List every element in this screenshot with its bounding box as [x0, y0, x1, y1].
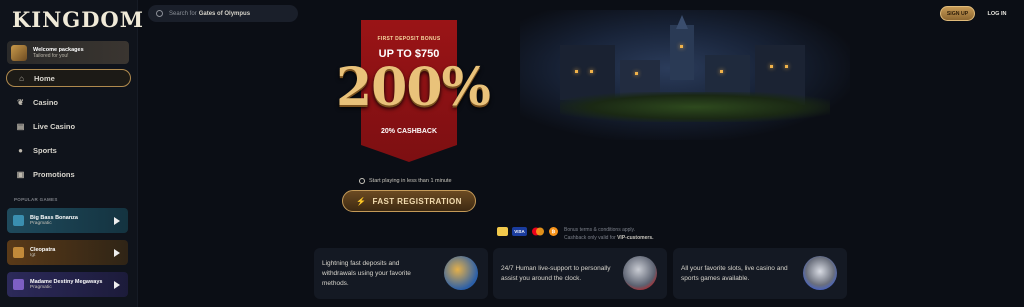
fast-registration-label: FAST REGISTRATION: [372, 196, 462, 206]
play-time-note: Start playing in less than 1 minute: [359, 178, 452, 184]
game-thumbnail: [13, 279, 24, 290]
kingdom-logo[interactable]: KINGDOM: [12, 4, 143, 34]
game-card-cleopatra[interactable]: Cleopatra Igt: [7, 240, 128, 265]
game-thumbnail: [13, 247, 24, 258]
sidebar-item-label: Casino: [33, 97, 59, 107]
feature-card-support: 24/7 Human live-support to personally as…: [493, 248, 667, 299]
feature-text: Lightning fast deposits and withdrawals …: [322, 259, 411, 287]
play-icon[interactable]: [114, 216, 120, 225]
welcome-packages-card[interactable]: Welcome packages Tailored for you!: [7, 41, 129, 64]
search-prefix: Search for: [169, 10, 197, 17]
game-provider: Igt: [30, 253, 36, 258]
fast-registration-button[interactable]: ⚡ FAST REGISTRATION: [342, 190, 476, 212]
soccer-ball-icon: ●: [18, 145, 23, 155]
terms-line-2: Cashback only valid for: [564, 235, 616, 241]
feature-card-deposits: Lightning fast deposits and withdrawals …: [314, 248, 488, 299]
welcome-subtitle: Tailored for you!: [33, 52, 69, 59]
search-term: Gates of Olympus: [198, 10, 251, 17]
astropay-icon: [497, 227, 508, 236]
payment-methods: VISA ₿: [497, 227, 558, 236]
bonus-terms: Bonus terms & conditions apply. Cashback…: [564, 226, 654, 242]
clock-icon: [359, 178, 365, 184]
game-provider: Pragmatic: [30, 285, 52, 290]
bitcoin-icon: ₿: [549, 227, 558, 236]
sidebar-item-label: Sports: [33, 145, 57, 155]
home-icon: ⌂: [19, 73, 24, 83]
sidebar-item-live-casino[interactable]: ▤ Live Casino: [6, 117, 131, 135]
vip-customers-text: VIP-customers.: [617, 235, 654, 241]
cards-icon: ▤: [16, 121, 25, 131]
popular-games-title: POPULAR GAMES: [14, 197, 58, 202]
feature-text: All your favorite slots, live casino and…: [681, 264, 788, 282]
knight-helmet-icon: [623, 256, 657, 290]
game-card-madame-destiny-megaways[interactable]: Madame Destiny Megaways Pragmatic: [7, 272, 128, 297]
banner-label: FIRST DEPOSIT BONUS: [377, 36, 441, 42]
feature-card-games: All your favorite slots, live casino and…: [673, 248, 847, 299]
treasure-chest-icon: [11, 44, 27, 61]
search-icon: [156, 10, 163, 17]
game-thumbnail: [13, 215, 24, 226]
play-icon[interactable]: [114, 280, 120, 289]
play-time-text: Start playing in less than 1 minute: [369, 178, 452, 184]
money-bag-icon: [444, 256, 478, 290]
sidebar-item-home[interactable]: ⌂ Home: [6, 69, 131, 87]
cashback-text: 20% CASHBACK: [380, 128, 437, 135]
gift-icon: ▣: [16, 169, 25, 179]
visa-icon: VISA: [512, 227, 527, 236]
bonus-percent: 200%: [336, 57, 491, 118]
terms-line-1: Bonus terms & conditions apply.: [564, 227, 636, 233]
search-bar[interactable]: Search for Gates of Olympus: [148, 5, 298, 22]
sidebar-item-label: Live Casino: [33, 121, 76, 131]
sidebar-item-casino[interactable]: ❦ Casino: [6, 93, 131, 111]
signup-button[interactable]: SIGN UP: [940, 6, 975, 21]
sidebar-item-label: Promotions: [33, 169, 75, 179]
feature-text: 24/7 Human live-support to personally as…: [501, 264, 611, 282]
login-button[interactable]: LOG IN: [982, 6, 1012, 21]
sidebar-item-promotions[interactable]: ▣ Promotions: [6, 165, 131, 183]
mastercard-icon: [531, 227, 545, 236]
crown-icon: [803, 256, 837, 290]
game-card-big-bass-bonanza[interactable]: Big Bass Bonanza Pragmatic: [7, 208, 128, 233]
hero-grass: [560, 92, 830, 122]
play-icon[interactable]: [114, 248, 120, 257]
cherries-icon: ❦: [17, 97, 24, 107]
sidebar-item-label: Home: [34, 73, 55, 83]
sidebar: KINGDOM Welcome packages Tailored for yo…: [0, 0, 143, 307]
game-provider: Pragmatic: [30, 221, 52, 226]
sidebar-item-sports[interactable]: ● Sports: [6, 141, 131, 159]
lightning-icon: ⚡: [356, 196, 367, 206]
